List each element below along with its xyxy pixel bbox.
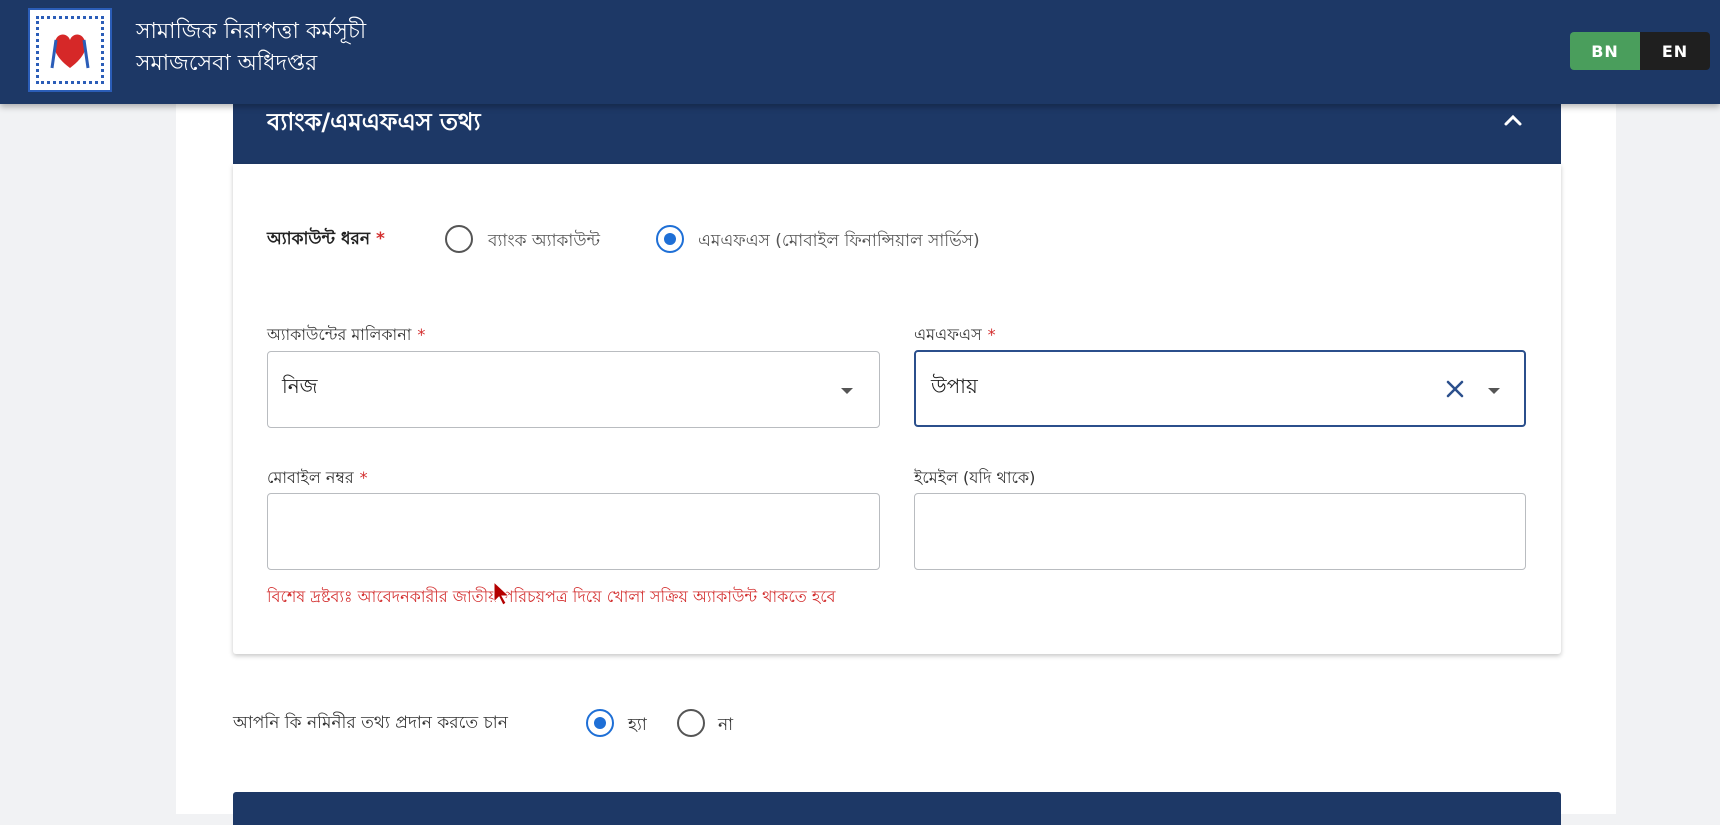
chevron-up-icon[interactable] (1503, 112, 1523, 128)
lang-bn-button[interactable]: BN (1570, 32, 1640, 70)
ownership-label: অ্যাকাউন্টের মালিকানা * (267, 325, 426, 344)
radio-mfs[interactable] (656, 225, 684, 253)
language-toggle: BN EN (1570, 32, 1710, 70)
account-note: বিশেষ দ্রষ্টব্যঃ আবেদনকারীর জাতীয় পরিচয… (267, 587, 836, 606)
ownership-value: নিজ (282, 374, 318, 398)
email-label: ইমেইল (যদি থাকে) (914, 468, 1036, 487)
department-name: সমাজসেবা অধিদপ্তর (136, 51, 318, 76)
caret-down-icon (1488, 388, 1500, 394)
radio-nominee-no[interactable] (677, 709, 705, 737)
mfs-value: উপায় (931, 374, 978, 398)
bank-mfs-section-header[interactable]: ব্যাংক/এমএফএস তথ্য (233, 96, 1561, 164)
account-type-label: অ্যাকাউন্ট ধরন * (267, 229, 385, 249)
department-logo (28, 8, 112, 92)
logo-heart-icon (50, 34, 90, 69)
radio-bank-account-label: ব্যাংক অ্যাকাউন্ট (488, 231, 600, 251)
lang-en-button[interactable]: EN (1640, 32, 1710, 70)
section-title: ব্যাংক/এমএফএস তথ্য (267, 108, 481, 136)
organization-title: সামাজিক নিরাপত্তা কর্মসূচী সমাজসেবা অধিদ… (136, 16, 366, 80)
radio-nominee-yes-label: হ্যা (628, 715, 647, 735)
radio-mfs-label: এমএফএস (মোবাইল ফিনান্সিয়াল সার্ভিস) (698, 231, 980, 251)
top-app-bar: সামাজিক নিরাপত্তা কর্মসূচী সমাজসেবা অধিদ… (0, 0, 1720, 104)
radio-nominee-yes[interactable] (586, 709, 614, 737)
mfs-select[interactable]: উপায় (914, 350, 1526, 427)
caret-down-icon (841, 388, 853, 394)
clear-icon[interactable] (1444, 378, 1466, 400)
mouse-cursor-icon (493, 580, 511, 606)
program-name: সামাজিক নিরাপত্তা কর্মসূচী (136, 19, 367, 44)
mfs-label: এমএফএস * (914, 325, 996, 344)
email-input[interactable] (914, 493, 1526, 570)
ownership-select[interactable]: নিজ (267, 351, 880, 428)
mobile-label: মোবাইল নম্বর * (267, 468, 368, 487)
nominee-question: আপনি কি নমিনীর তথ্য প্রদান করতে চান (233, 713, 508, 733)
mobile-input[interactable] (267, 493, 880, 570)
radio-nominee-no-label: না (718, 715, 734, 735)
nominee-section-header[interactable] (233, 792, 1561, 825)
radio-bank-account[interactable] (445, 225, 473, 253)
